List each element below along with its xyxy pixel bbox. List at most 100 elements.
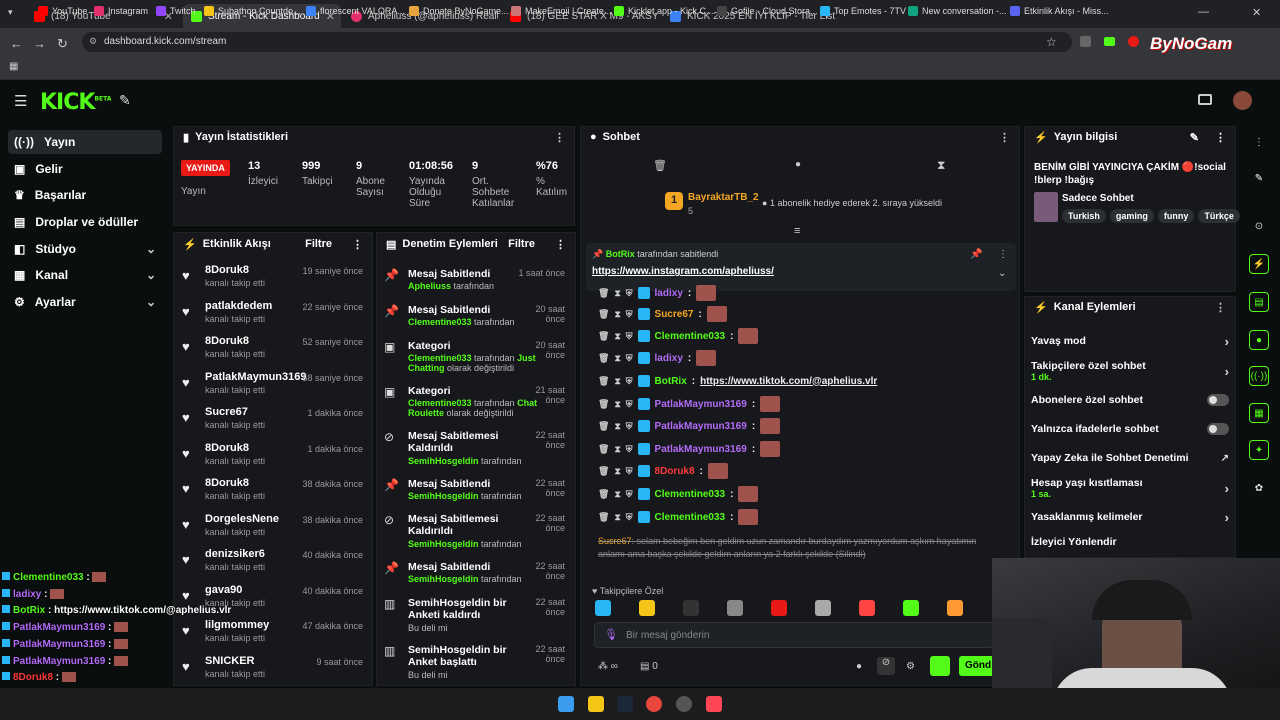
bookmark-makeemoji[interactable]: MakeEmoji | Create... (511, 6, 611, 16)
url-field[interactable]: dashboard.kick.com/stream (82, 32, 1072, 52)
action-3[interactable]: Yalnızca ifadelerle sohbet (1031, 422, 1229, 436)
doc-icon[interactable]: ▤ (1249, 292, 1269, 312)
trash-icon[interactable]: 🗑 (598, 512, 609, 523)
chat-username[interactable]: BotRix (655, 376, 687, 387)
chat-text[interactable]: https://www.tiktok.com/@aphelius.vlr (700, 376, 877, 387)
emote-picker-icon[interactable] (930, 656, 950, 676)
hourglass-icon[interactable]: ⧗ (614, 444, 620, 455)
wrench-icon[interactable]: ✦ (1249, 440, 1269, 460)
category-name[interactable]: Sadece Sohbet (1062, 193, 1134, 204)
infinity-icon[interactable]: ⁂ ∞ (598, 661, 618, 672)
trash-icon[interactable]: 🗑 (598, 309, 609, 320)
bookmark-star-icon[interactable]: ☆ (1046, 35, 1057, 49)
bookmark-etkinlik[interactable]: Etkinlik Akışı - Miss... (1010, 6, 1109, 16)
edit-icon[interactable]: ✎ (1190, 131, 1199, 144)
chat-message[interactable]: 🗑 ⧗ ⛨ Clementine033: (598, 327, 759, 345)
chat-username[interactable]: 8Doruk8 (655, 466, 695, 477)
more-icon[interactable]: ⋮ (555, 238, 566, 251)
chat-username[interactable]: Clementine033 (655, 512, 726, 523)
mod-user[interactable]: Clementine033 (408, 353, 472, 363)
list-item[interactable]: ♥ denizsiker6 kanalı takip etti 40 dakika ö… (182, 548, 367, 582)
apps-icon[interactable]: ✿ (1249, 478, 1269, 498)
gift-user[interactable]: BayraktarTB_2 (688, 192, 759, 203)
valorant-icon[interactable] (706, 696, 722, 712)
obs-icon[interactable] (676, 696, 692, 712)
more-icon[interactable]: ⋮ (554, 131, 565, 144)
list-icon[interactable]: ▦ (1249, 403, 1269, 423)
emote-icon[interactable] (903, 600, 919, 616)
hourglass-icon[interactable]: ⧗ (614, 399, 620, 410)
chat-username[interactable]: ladixy (655, 288, 683, 299)
hourglass-icon[interactable]: ⧗ (614, 288, 620, 299)
bookmark-kicklet[interactable]: Kicklet.app - Kick C... (614, 6, 714, 16)
send-button[interactable]: Gönd (959, 656, 993, 676)
mute-icon[interactable]: ⊘ (877, 657, 895, 675)
gear-icon[interactable]: ⚙ (906, 661, 915, 672)
chat-message[interactable]: 🗑 ⧗ ⛨ PatlakMaymun3169: (598, 417, 781, 435)
sidebar-item-gelir[interactable]: ▣ Gelir (8, 157, 162, 181)
chevron-down-icon[interactable]: ⌄ (998, 268, 1006, 279)
mod-user[interactable]: SemihHosgeldin (408, 574, 479, 584)
site-info-icon[interactable]: ⚙ (89, 36, 97, 47)
follower-name[interactable]: SNICKER (205, 655, 255, 667)
mod-user[interactable]: SemihHosgeldin (408, 491, 479, 501)
chat-message[interactable]: 🗑 ⧗ ⛨ ladixy: (598, 284, 717, 302)
chat-message[interactable]: 🗑 ⧗ ⛨ 8Doruk8: (598, 462, 728, 480)
emote-icon[interactable] (727, 600, 743, 616)
mod-action-item[interactable]: ▣ Kategori 21 saat önce Clementine033 taraf… (384, 385, 569, 425)
layout-icon[interactable] (1198, 94, 1212, 105)
follower-name[interactable]: PatlakMaymun3169 (205, 371, 307, 383)
more-icon[interactable]: ⋮ (1215, 301, 1226, 314)
activity-filter-button[interactable]: Filtre (305, 238, 332, 250)
chat-message[interactable]: 🗑 ⧗ ⛨ BotRix: https://www.tiktok.com/@apheli… (598, 372, 877, 390)
forward-icon[interactable]: → (33, 36, 46, 51)
sidebar-item-droplar[interactable]: ▤ Droplar ve ödüller (8, 210, 162, 234)
mod-action-item[interactable]: ▥ SemihHosgeldin bir Anket başlattı 22 saa… (384, 644, 569, 684)
mod-action-item[interactable]: ▣ Kategori 20 saat önce Clementine033 taraf… (384, 340, 569, 380)
emote-icon[interactable] (683, 600, 699, 616)
bookmark-twitch[interactable]: Twitch (156, 6, 196, 16)
collapse-icon[interactable]: ≡ (794, 225, 800, 237)
emote-icon[interactable] (639, 600, 655, 616)
list-item[interactable]: ♥ 8Doruk8 kanalı takip etti 52 saniye önce (182, 335, 367, 369)
window-close-icon[interactable]: ✕ (1252, 6, 1261, 19)
hourglass-icon[interactable]: ⧗ (614, 331, 620, 342)
toggle[interactable] (1207, 394, 1229, 406)
bookmark-valorant[interactable]: florescent VALORA... (306, 6, 405, 16)
menu-icon[interactable]: ☰ (14, 92, 27, 110)
sidebar-item-basarilar[interactable]: ♛ Başarılar (8, 183, 162, 207)
windows-start-icon[interactable] (558, 696, 574, 712)
apps-grid-icon[interactable]: ▦ (9, 61, 18, 72)
broadcast-icon[interactable]: ((·)) (1249, 366, 1269, 386)
kick-logo[interactable]: KICKBETA (40, 90, 111, 115)
extension-icon[interactable] (1128, 36, 1139, 47)
follower-name[interactable]: DorgelesNene (205, 513, 279, 525)
chat-message[interactable]: 🗑 ⧗ ⛨ Clementine033: (598, 508, 759, 526)
follower-name[interactable]: 8Doruk8 (205, 442, 249, 454)
bookmark-instagram[interactable]: Instagram (94, 6, 148, 16)
follower-name[interactable]: 8Doruk8 (205, 264, 249, 276)
list-item[interactable]: ♥ SNICKER kanalı takip etti 9 saat önce (182, 655, 367, 689)
pin-toggle-icon[interactable]: ✎ (119, 92, 131, 109)
emote-icon[interactable] (815, 600, 831, 616)
action-6[interactable]: Yasaklanmış kelimeler › (1031, 510, 1229, 525)
mod-action-item[interactable]: ▥ SemihHosgeldin bir Anketi kaldırdı 22 sa… (384, 597, 569, 637)
sidebar-item-kanal[interactable]: ▦ Kanal ⌄ (8, 263, 162, 287)
action-0[interactable]: Yavaş mod › (1031, 334, 1229, 349)
list-item[interactable]: ♥ 8Doruk8 kanalı takip etti 1 dakika önce (182, 442, 367, 476)
toggle[interactable] (1207, 423, 1229, 435)
sidebar-item-ayarlar[interactable]: ⚙ Ayarlar ⌄ (8, 290, 162, 314)
chat-message[interactable]: 🗑 ⧗ ⛨ ladixy: (598, 349, 717, 367)
bookmark-gofile[interactable]: Gofile - Cloud Stora... (717, 6, 818, 16)
list-item[interactable]: ♥ patlakdedem kanalı takip etti 22 saniye ö… (182, 300, 367, 334)
trash-icon[interactable]: 🗑 (598, 444, 609, 455)
chat-message[interactable]: 🗑 ⧗ ⛨ PatlakMaymun3169: (598, 440, 781, 458)
pin-icon[interactable]: 📌 (970, 249, 982, 260)
emote-icon[interactable] (859, 600, 875, 616)
file-explorer-icon[interactable] (588, 696, 604, 712)
chrome-icon[interactable] (646, 696, 662, 712)
list-item[interactable]: ♥ lilgmommey kanalı takip etti 47 dakika ön… (182, 619, 367, 653)
mod-user[interactable]: SemihHosgeldin (408, 539, 479, 549)
list-item[interactable]: ♥ 8Doruk8 kanalı takip etti 38 dakika önce (182, 477, 367, 511)
mod-user[interactable]: Apheliuss (408, 281, 451, 291)
